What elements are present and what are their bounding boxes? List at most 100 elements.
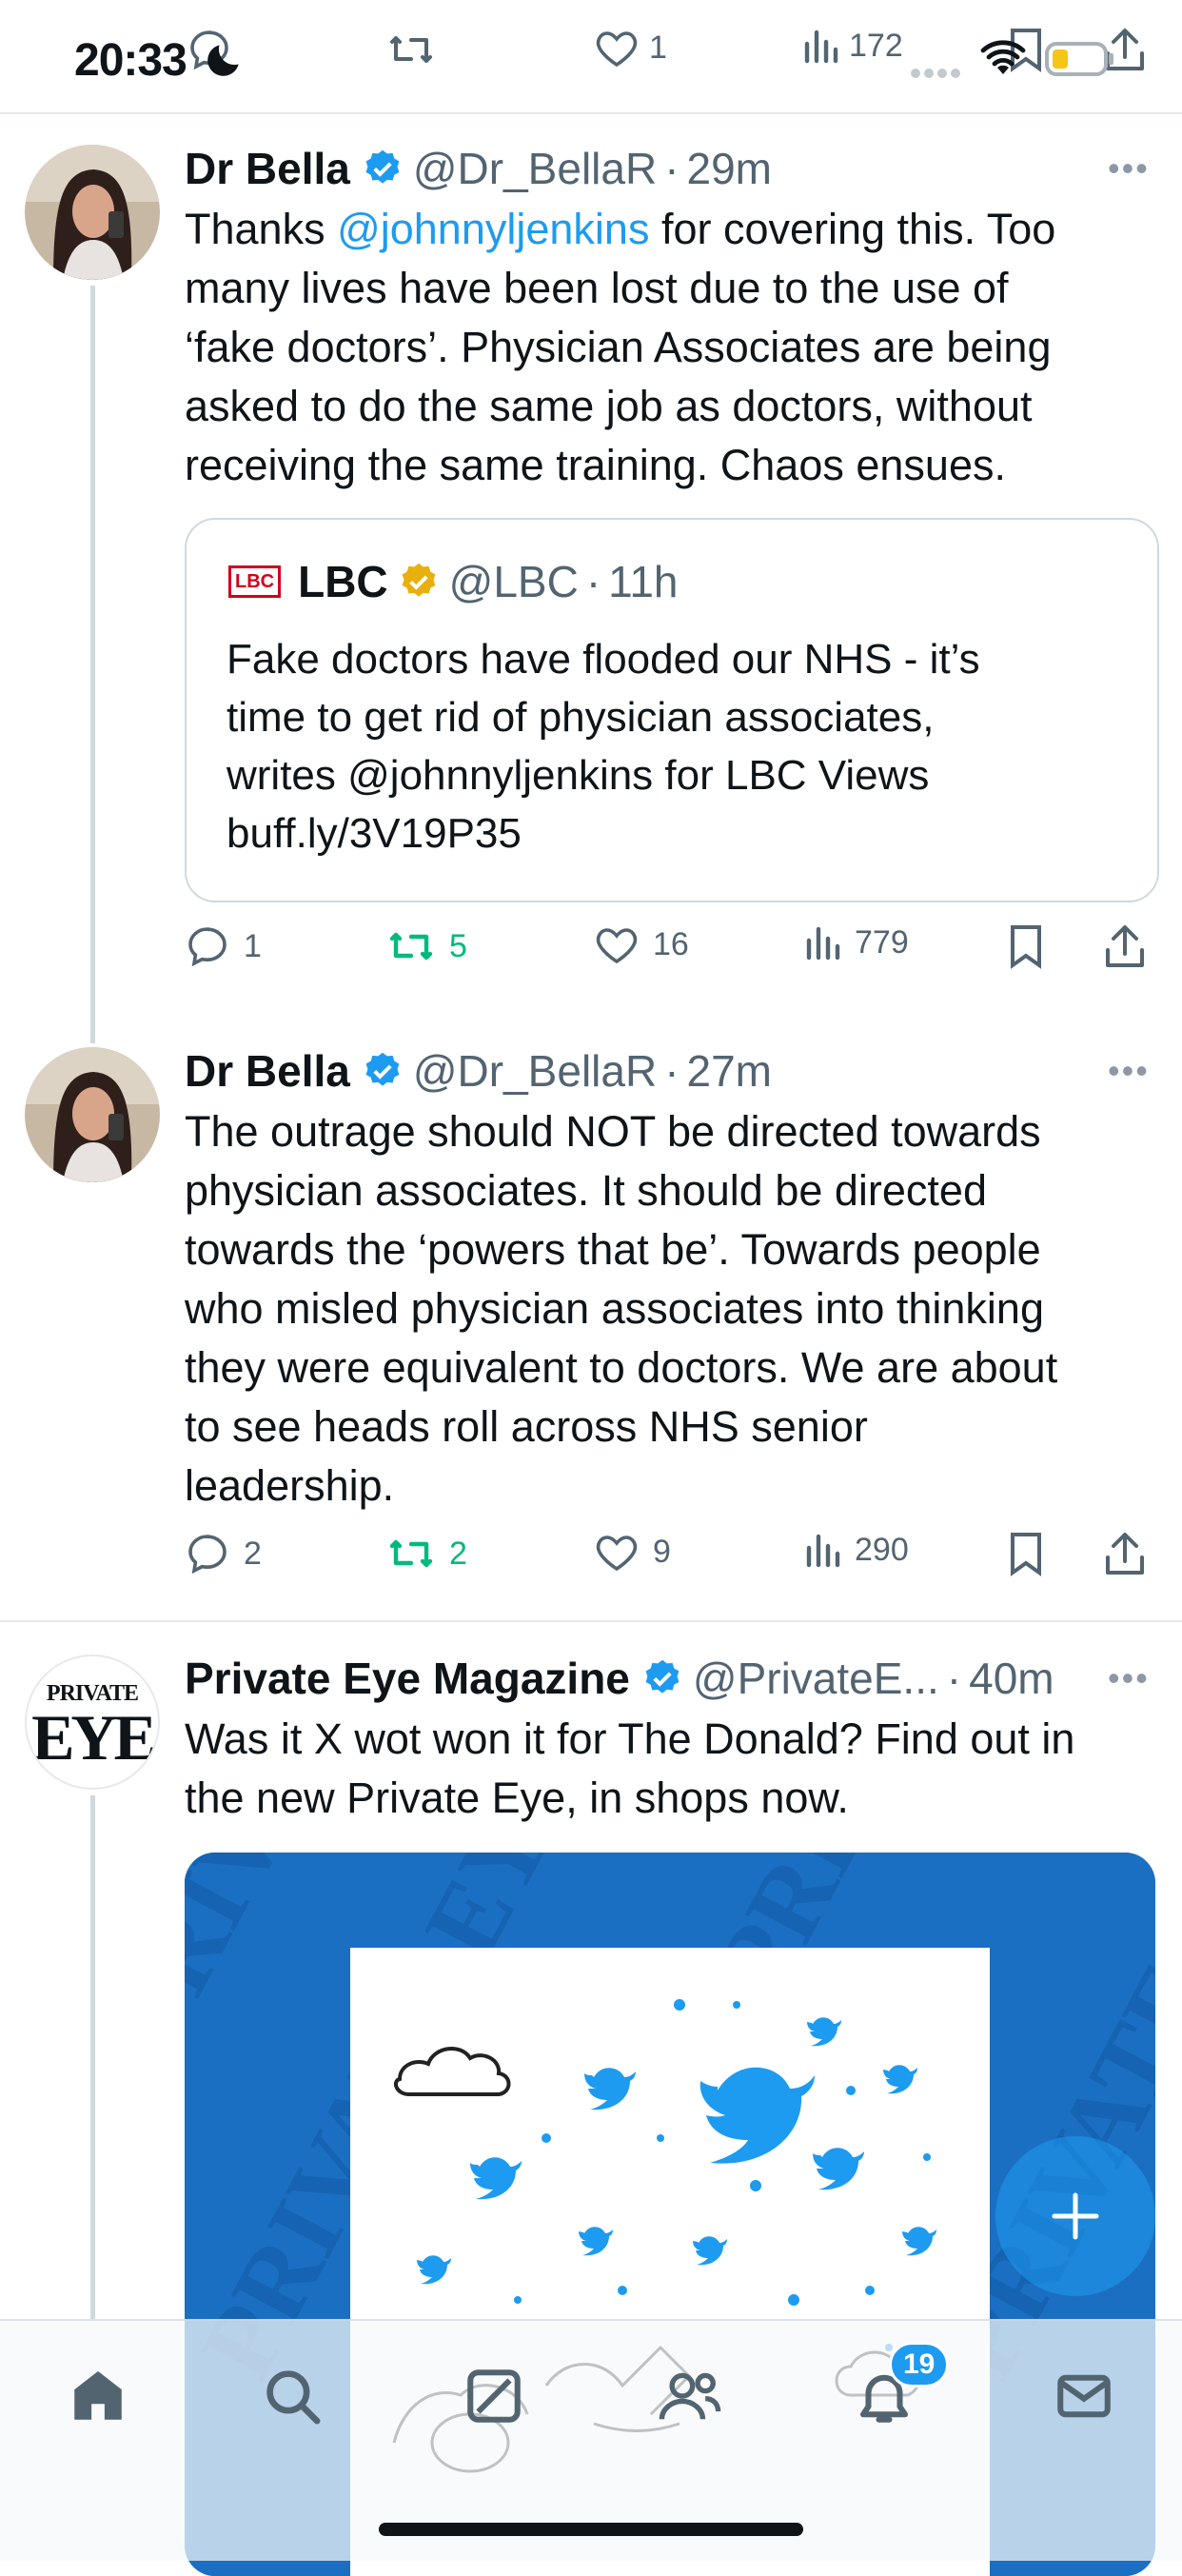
tweet-header: Private Eye Magazine @PrivateE... · 40m — [185, 1653, 1054, 1704]
views-button[interactable]: 779 — [803, 923, 909, 961]
nav-communities[interactable] — [657, 2365, 723, 2432]
nav-search[interactable] — [261, 2365, 324, 2432]
views-count: 779 — [855, 923, 909, 961]
tweet-line: many lives have been lost due to the use… — [185, 264, 1009, 312]
author-name[interactable]: Private Eye Magazine — [185, 1653, 630, 1704]
clock: 20:33 — [74, 35, 187, 86]
search-icon — [266, 2370, 321, 2425]
tweet-body: The outrage should NOT be directed towar… — [185, 1102, 1165, 1516]
quote-line: writes @johnnyljenkins for LBC Views — [227, 752, 930, 799]
nav-messages[interactable] — [1053, 2365, 1115, 2432]
tweet-time[interactable]: 29m — [687, 143, 772, 194]
tweet-body: Thanks @johnnyljenkins for covering this… — [185, 200, 1165, 495]
quote-time: 11h — [608, 557, 679, 606]
views-button[interactable]: 290 — [803, 1531, 909, 1569]
views-count: 172 — [849, 27, 903, 64]
nav-grok[interactable] — [463, 2365, 525, 2432]
reply-button[interactable]: 2 — [185, 1531, 262, 1576]
author-name[interactable]: Dr Bella — [185, 1045, 350, 1097]
bookmark-button[interactable] — [1007, 1531, 1045, 1576]
thread-line — [90, 986, 95, 1043]
views-icon — [804, 30, 838, 64]
avatar-logo-text: EYE — [31, 1701, 157, 1773]
author-handle[interactable]: @PrivateE... — [693, 1653, 939, 1704]
lbc-logo: LBC — [228, 565, 282, 598]
like-count: 16 — [653, 925, 689, 962]
quote-body: Fake doctors have flooded our NHS - it’s… — [227, 630, 1131, 862]
like-button[interactable]: 16 — [594, 923, 689, 965]
share-button[interactable] — [1104, 1531, 1146, 1576]
tweet-line: leadership. — [185, 1461, 395, 1510]
tweet-line: who misled physician associates into thi… — [185, 1284, 1044, 1333]
tweet-time[interactable]: 40m — [969, 1653, 1054, 1704]
tweet-line: receiving the same training. Chaos ensue… — [185, 441, 1006, 489]
home-icon — [74, 2370, 122, 2420]
avatar[interactable]: PRIVATE EYE — [25, 1655, 160, 1790]
mention-link[interactable]: @johnnyljenkins — [337, 205, 649, 253]
like-count: 1 — [649, 29, 667, 66]
tweet-line: physician associates. It should be direc… — [185, 1166, 987, 1215]
status-bar: 1 172 20:33 — [0, 0, 1182, 114]
reply-icon — [188, 927, 227, 967]
reply-button[interactable]: 1 — [185, 923, 262, 969]
author-name[interactable]: Dr Bella — [185, 143, 350, 194]
like-button[interactable]: 9 — [594, 1531, 671, 1573]
like-count: 9 — [653, 1533, 671, 1570]
retweet-button[interactable]: 2 — [386, 1531, 467, 1576]
author-handle[interactable]: @Dr_BellaR — [413, 1045, 657, 1097]
bookmark-icon — [1011, 1533, 1041, 1576]
home-indicator — [379, 2523, 803, 2536]
share-icon — [1106, 1533, 1144, 1575]
views-icon — [806, 1534, 840, 1568]
views-count: 290 — [855, 1531, 909, 1568]
reply-count: 2 — [244, 1535, 262, 1572]
author-handle[interactable]: @Dr_BellaR — [413, 143, 657, 194]
tweet-line: they were equivalent to doctors. We are … — [185, 1343, 1058, 1392]
heart-icon — [596, 31, 638, 68]
quoted-tweet[interactable]: LBC LBC @LBC · 11h Fake doctors have flo… — [185, 518, 1159, 902]
communities-icon — [659, 2372, 721, 2420]
tweet-actions: 2 2 9 290 — [185, 1531, 1165, 1588]
compose-tweet-button[interactable] — [995, 2136, 1155, 2296]
more-options-icon[interactable]: ••• — [1108, 149, 1150, 188]
moon-icon — [204, 38, 246, 85]
reply-count: 1 — [244, 927, 262, 964]
verified-badge-icon — [365, 1052, 400, 1086]
quote-header: LBC LBC @LBC · 11h — [228, 556, 679, 607]
mail-icon — [1057, 2374, 1111, 2418]
retweet-count: 2 — [449, 1535, 467, 1572]
grok-icon — [467, 2369, 521, 2423]
quote-line: buff.ly/3V19P35 — [227, 810, 522, 857]
more-options-icon[interactable]: ••• — [1108, 1051, 1150, 1091]
like-action[interactable]: 1 — [594, 27, 667, 69]
tweet-header: Dr Bella @Dr_BellaR · 29m — [185, 143, 772, 194]
share-button[interactable] — [1104, 923, 1146, 969]
bookmark-button[interactable] — [1007, 923, 1045, 969]
wifi-icon — [980, 40, 1026, 83]
tweet-line: the new Private Eye, in shops now. — [185, 1773, 849, 1822]
more-options-icon[interactable]: ••• — [1108, 1658, 1150, 1698]
retweet-icon — [389, 932, 433, 961]
nav-home[interactable] — [67, 2365, 129, 2432]
tweet-line: Thanks @johnnyljenkins for covering this… — [185, 205, 1056, 253]
retweet-count: 5 — [449, 927, 467, 964]
tweet-time[interactable]: 27m — [687, 1045, 772, 1097]
views-action[interactable]: 172 — [801, 27, 903, 65]
tweet-line: to see heads roll across NHS senior — [185, 1402, 868, 1451]
notifications-badge: 19 — [889, 2342, 950, 2388]
tweet-line: ‘fake doctors’. Physician Associates are… — [185, 323, 1052, 371]
verified-badge-icon — [365, 149, 400, 184]
tweet-actions: 1 5 16 779 — [185, 923, 1165, 981]
signal-dots-icon — [910, 67, 963, 85]
retweet-button[interactable]: 5 — [386, 923, 467, 969]
avatar[interactable] — [25, 145, 160, 280]
retweet-icon[interactable] — [386, 27, 436, 72]
battery-icon — [1045, 40, 1115, 83]
heart-icon — [596, 1536, 638, 1572]
tweet-line: The outrage should NOT be directed towar… — [185, 1107, 1041, 1156]
avatar[interactable] — [25, 1047, 160, 1182]
tweet-header: Dr Bella @Dr_BellaR · 27m — [185, 1045, 772, 1097]
reply-icon — [188, 1535, 227, 1575]
views-icon — [806, 926, 840, 961]
tweet-body: Was it X wot won it for The Donald? Find… — [185, 1710, 1165, 1828]
